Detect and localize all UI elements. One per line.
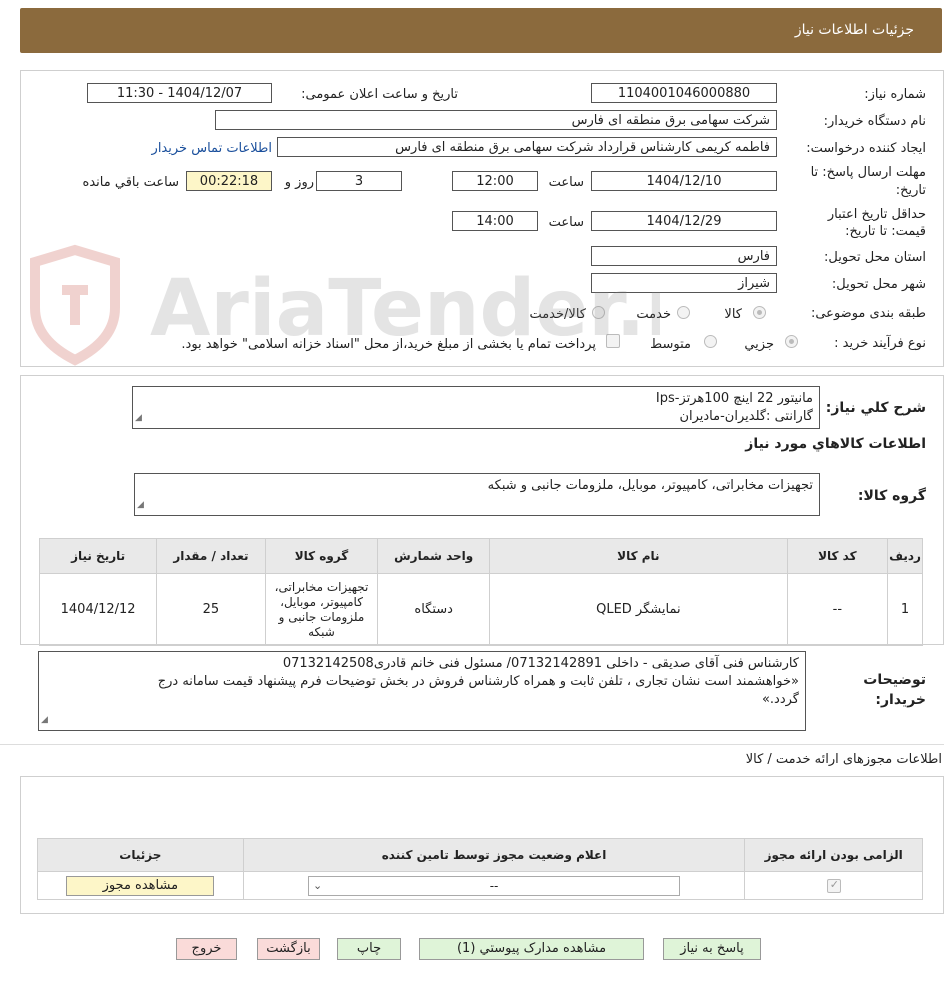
view-permit-button[interactable]: مشاهده مجوز — [66, 875, 215, 896]
notes-label-1: توضیحات — [863, 672, 926, 688]
category-option-both: کالا/خدمت — [529, 307, 586, 322]
cell-group: تجهیزات مخابراتی، کامپیوتر، موبایل، ملزو… — [264, 573, 379, 646]
goods-group-value: تجهیزات مخابراتی، کامپیوتر، موبایل، ملزو… — [487, 478, 813, 493]
reply-button[interactable]: پاسخ به نیاز — [663, 938, 761, 960]
resize-grip-icon[interactable]: ◢ — [41, 711, 48, 729]
province-field: فارس — [591, 246, 777, 266]
city-label: شهر محل تحویل: — [831, 277, 926, 292]
chevron-down-icon: ⌄ — [313, 878, 323, 892]
permits-table-header: الزامی بودن ارائه مجوز اعلام وضعیت مجوز … — [37, 838, 923, 872]
days-label: روز و — [284, 175, 314, 190]
category-radio-goods[interactable] — [753, 306, 766, 319]
cell-permit-required: ✓ — [744, 871, 923, 900]
cell-permit-status: -- ⌄ — [242, 871, 746, 900]
page-title: جزئیات اطلاعات نیاز — [794, 22, 914, 38]
remaining-time-field: 00:22:18 — [186, 171, 272, 191]
col-permit-status: اعلام وضعیت مجوز توسط تامین کننده — [242, 838, 746, 872]
province-label: استان محل تحویل: — [824, 250, 926, 265]
process-option-medium: متوسط — [650, 337, 691, 352]
validity-label-1: حداقل تاریخ اعتبار — [827, 207, 926, 222]
col-group: گروه کالا — [264, 538, 379, 574]
summary-line-1: مانیتور 22 اینچ 100هرتز-Ips — [655, 391, 813, 406]
goods-section-title: اطلاعات کالاهاي مورد نیاز — [745, 436, 926, 452]
cell-unit: دستگاه — [377, 573, 491, 646]
process-radio-minor[interactable] — [785, 335, 798, 348]
deadline-time-field: 12:00 — [452, 171, 538, 191]
divider — [0, 744, 944, 745]
validity-time-field: 14:00 — [452, 211, 538, 231]
process-option-minor: جزیي — [744, 337, 774, 352]
goods-table-header: ردیف کد کالا نام کالا واحد شمارش گروه کا… — [38, 538, 923, 574]
view-attachments-button[interactable]: مشاهده مدارک پیوستي (1) — [419, 938, 644, 960]
category-label: طبقه بندی موضوعی: — [810, 306, 926, 321]
notes-line-1: کارشناس فنی آقای صدیقی - داخلی 071321428… — [282, 656, 799, 671]
cell-name: نمایشگر QLED — [489, 573, 788, 646]
cell-permit-details: مشاهده مجوز — [37, 871, 244, 900]
goods-group-label: گروه کالا: — [857, 488, 926, 504]
process-label: نوع فرآیند خرید : — [834, 336, 926, 351]
col-qty: تعداد / مقدار — [156, 538, 266, 574]
remaining-label: ساعت باقي مانده — [82, 175, 179, 190]
permit-required-checkbox: ✓ — [826, 877, 841, 893]
buyer-contact-link[interactable]: اطلاعات تماس خریدار — [152, 141, 272, 156]
announce-label: تاریخ و ساعت اعلان عمومی: — [301, 87, 458, 102]
notes-textarea[interactable]: کارشناس فنی آقای صدیقی - داخلی 071321428… — [38, 651, 806, 731]
process-radio-medium[interactable] — [704, 335, 717, 348]
resize-grip-icon[interactable]: ◢ — [135, 409, 142, 427]
resize-grip-icon[interactable]: ◢ — [137, 496, 144, 514]
need-number-label: شماره نیاز: — [864, 87, 926, 102]
check-icon: ✓ — [829, 877, 839, 891]
category-radio-both[interactable] — [592, 306, 605, 319]
col-unit: واحد شمارش — [377, 538, 491, 574]
back-button[interactable]: بازگشت — [257, 938, 320, 960]
exit-button[interactable]: خروج — [176, 938, 237, 960]
category-option-goods: کالا — [724, 307, 742, 322]
col-date: تاریخ نیاز — [38, 538, 158, 574]
summary-label: شرح کلي نیاز: — [825, 400, 926, 416]
col-row: ردیف — [887, 538, 923, 574]
payment-note: پرداخت تمام یا بخشی از مبلغ خرید،از محل … — [181, 337, 596, 352]
goods-table: ردیف کد کالا نام کالا واحد شمارش گروه کا… — [38, 538, 923, 646]
cell-qty: 25 — [156, 573, 266, 646]
permit-status-value: -- — [489, 878, 499, 893]
days-field: 3 — [316, 171, 402, 191]
deadline-label-2: تاریخ: — [895, 183, 926, 198]
table-row: 1 -- نمایشگر QLED دستگاه تجهیزات مخابرات… — [38, 573, 923, 646]
permits-section-title: اطلاعات مجوزهای ارائه خدمت / کالا — [745, 752, 942, 767]
buyer-org-field: شرکت سهامی برق منطقه ای فارس — [215, 110, 777, 130]
city-field: شیراز — [591, 273, 777, 293]
permit-status-select[interactable]: -- ⌄ — [308, 875, 681, 896]
treasury-payment-checkbox[interactable] — [606, 334, 620, 348]
goods-group-textarea[interactable]: تجهیزات مخابراتی، کامپیوتر، موبایل، ملزو… — [134, 473, 820, 516]
permits-table: الزامی بودن ارائه مجوز اعلام وضعیت مجوز … — [37, 838, 923, 900]
deadline-date-field: 1404/12/10 — [591, 171, 777, 191]
notes-line-3: گردد.» — [761, 692, 799, 707]
col-permit-required: الزامی بودن ارائه مجوز — [744, 838, 923, 872]
requester-label: ایجاد کننده درخواست: — [806, 141, 926, 156]
announce-field: 1404/12/07 - 11:30 — [87, 83, 272, 103]
page-header: جزئیات اطلاعات نیاز — [20, 8, 942, 53]
cell-row: 1 — [887, 573, 923, 646]
category-radio-service[interactable] — [677, 306, 690, 319]
requester-field: فاطمه کریمی کارشناس قرارداد شرکت سهامی ب… — [277, 137, 777, 157]
cell-code: -- — [786, 573, 889, 646]
notes-line-2: «خواهشمند است نشان تجاری ، تلفن ثابت و ه… — [157, 674, 799, 689]
summary-textarea[interactable]: مانیتور 22 اینچ 100هرتز-Ips گارانتی :گلد… — [132, 386, 820, 429]
print-button[interactable]: چاپ — [337, 938, 401, 960]
buyer-org-label: نام دستگاه خریدار: — [823, 114, 926, 129]
summary-line-2: گارانتی :گلدیران-مادیران — [679, 409, 813, 424]
deadline-label-1: مهلت ارسال پاسخ: تا — [810, 165, 926, 180]
col-permit-details: جزئیات — [37, 838, 244, 872]
col-code: کد کالا — [786, 538, 889, 574]
deadline-time-label: ساعت — [548, 175, 584, 190]
notes-label-2: خریدار: — [875, 692, 926, 708]
category-option-service: خدمت — [636, 307, 671, 322]
validity-time-label: ساعت — [548, 215, 584, 230]
validity-date-field: 1404/12/29 — [591, 211, 777, 231]
col-name: نام کالا — [489, 538, 788, 574]
cell-date: 1404/12/12 — [38, 573, 158, 646]
table-row: ✓ -- ⌄ مشاهده مجوز — [37, 871, 923, 900]
need-number-field: 1104001046000880 — [591, 83, 777, 103]
validity-label-2: قیمت: تا تاریخ: — [845, 224, 926, 239]
